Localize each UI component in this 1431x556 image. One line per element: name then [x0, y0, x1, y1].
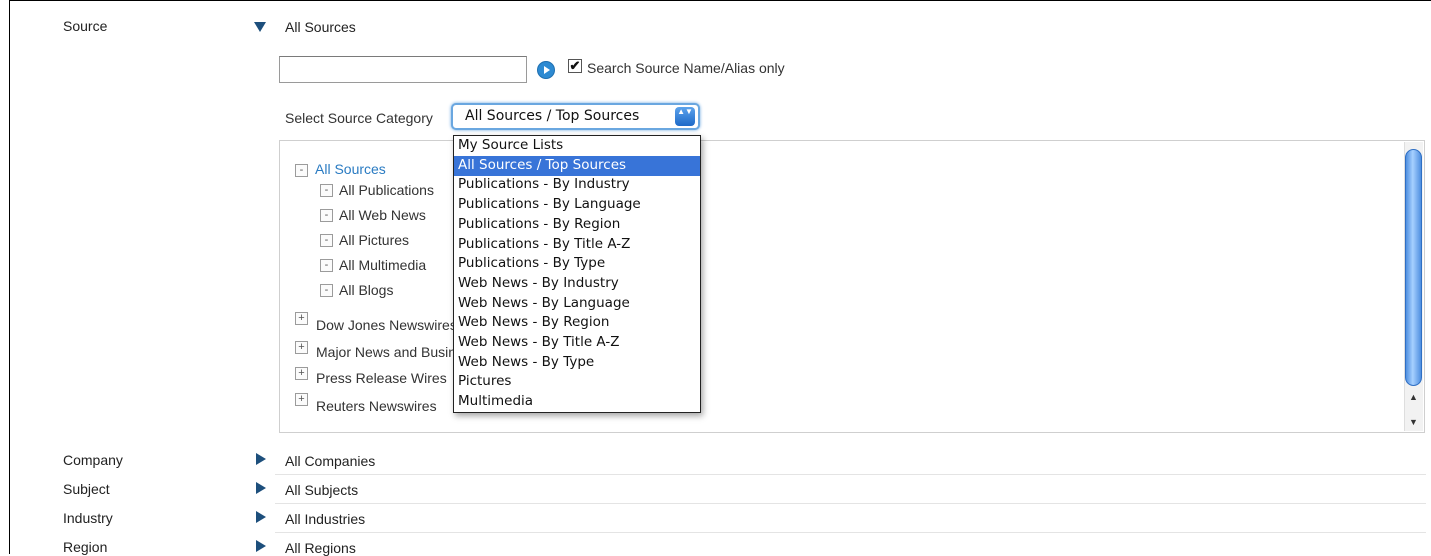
source-tree-panel [279, 140, 1425, 433]
search-alias-checkbox-label[interactable]: Search Source Name/Alias only [587, 60, 785, 76]
dropdown-option[interactable]: Publications - By Language [454, 195, 700, 215]
source-search-input[interactable] [279, 56, 527, 83]
dropdown-option[interactable]: Web News - By Title A-Z [454, 333, 700, 353]
scroll-up-icon[interactable]: ▲ [1409, 392, 1418, 402]
row-divider [275, 532, 1426, 533]
dropdown-option[interactable]: Multimedia [454, 392, 700, 412]
dropdown-option[interactable]: Web News - By Region [454, 313, 700, 333]
dropdown-option[interactable]: Web News - By Type [454, 353, 700, 373]
tree-item-all-sources[interactable]: All Sources [315, 161, 386, 177]
dropdown-option[interactable]: Web News - By Language [454, 294, 700, 314]
tree-item-all-publications[interactable]: All Publications [339, 182, 434, 198]
source-category-label: Select Source Category [285, 110, 433, 126]
source-value[interactable]: All Sources [285, 19, 356, 35]
region-expand-icon[interactable] [256, 540, 266, 552]
expand-icon[interactable]: + [295, 393, 308, 406]
tree-scrollbar-thumb[interactable] [1405, 149, 1422, 386]
dropdown-option[interactable]: Publications - By Industry [454, 175, 700, 195]
subject-label: Subject [63, 481, 110, 497]
tree-item-all-blogs[interactable]: All Blogs [339, 282, 393, 298]
company-label: Company [63, 452, 123, 468]
scroll-down-icon[interactable]: ▼ [1409, 417, 1418, 427]
select-arrows-icon: ▲▼ [675, 107, 695, 126]
collapse-icon[interactable]: - [320, 284, 333, 297]
source-collapse-icon[interactable] [254, 22, 266, 32]
industry-label: Industry [63, 510, 113, 526]
expand-icon[interactable]: + [295, 367, 308, 380]
search-go-icon[interactable] [537, 61, 555, 79]
row-divider [275, 474, 1426, 475]
tree-item-all-web-news[interactable]: All Web News [339, 207, 426, 223]
collapse-all-sources-icon[interactable]: - [295, 164, 308, 177]
industry-value[interactable]: All Industries [285, 511, 365, 527]
source-label: Source [63, 18, 108, 34]
source-category-dropdown[interactable]: My Source Lists All Sources / Top Source… [453, 135, 701, 413]
tree-item-dow-jones-newswires[interactable]: Dow Jones Newswires [316, 317, 457, 333]
source-category-selected: All Sources / Top Sources [465, 108, 640, 124]
company-expand-icon[interactable] [256, 453, 266, 465]
industry-expand-icon[interactable] [256, 511, 266, 523]
frame-top-border [9, 0, 1431, 1]
dropdown-option[interactable]: Web News - By Industry [454, 274, 700, 294]
frame-left-border [9, 0, 10, 554]
dropdown-option[interactable]: Publications - By Region [454, 215, 700, 235]
dropdown-option[interactable]: My Source Lists [454, 136, 700, 156]
dropdown-option[interactable]: Publications - By Type [454, 254, 700, 274]
tree-item-all-pictures[interactable]: All Pictures [339, 232, 409, 248]
row-divider [275, 503, 1426, 504]
tree-item-press-release-wires[interactable]: Press Release Wires [316, 370, 447, 386]
subject-expand-icon[interactable] [256, 482, 266, 494]
subject-value[interactable]: All Subjects [285, 482, 358, 498]
region-label: Region [63, 539, 108, 555]
tree-item-all-multimedia[interactable]: All Multimedia [339, 257, 426, 273]
collapse-icon[interactable]: - [320, 184, 333, 197]
company-value[interactable]: All Companies [285, 453, 375, 469]
search-alias-checkbox[interactable]: ✔ [568, 59, 582, 73]
source-category-select[interactable]: All Sources / Top Sources ▲▼ [451, 103, 700, 130]
dropdown-option[interactable]: Publications - By Title A-Z [454, 235, 700, 255]
collapse-icon[interactable]: - [320, 209, 333, 222]
expand-icon[interactable]: + [295, 312, 308, 325]
dropdown-option-selected[interactable]: All Sources / Top Sources [454, 155, 700, 176]
dropdown-option[interactable]: Pictures [454, 372, 700, 392]
expand-icon[interactable]: + [295, 341, 308, 354]
tree-item-reuters-newswires[interactable]: Reuters Newswires [316, 398, 437, 414]
collapse-icon[interactable]: - [320, 259, 333, 272]
collapse-icon[interactable]: - [320, 234, 333, 247]
